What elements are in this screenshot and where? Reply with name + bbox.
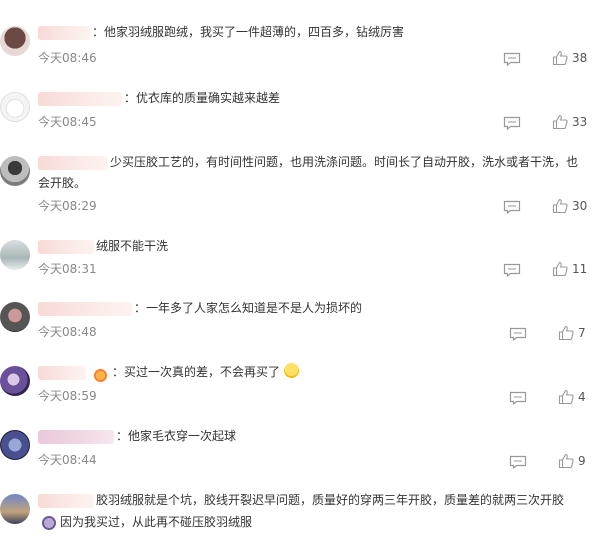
like-count: 7 [578,326,586,340]
comment-time: 今天08:45 [38,115,97,129]
comment-text: ：他家毛衣穿一次起球 [116,429,237,443]
username-blurred[interactable] [38,92,122,106]
username-blurred[interactable] [38,302,132,316]
comment-icon[interactable] [503,116,521,130]
avatar[interactable] [0,156,30,186]
comment-text: 少买压胶工艺的，有时间性问题，也用洗涤问题。时间长了自动开胶，洗水或者干洗，也会… [38,155,579,190]
comment-icon[interactable] [509,391,527,405]
thumbs-up-icon[interactable] [552,50,568,66]
comment-time: 今天08:59 [38,389,97,403]
like-count: 11 [572,262,588,276]
thumbs-up-icon[interactable] [552,261,568,277]
avatar[interactable] [0,302,30,332]
username-blurred[interactable] [38,26,90,40]
username-blurred[interactable] [38,430,114,444]
avatar[interactable] [0,240,30,270]
crying-emoji-icon [283,363,299,378]
like-count: 4 [578,390,586,404]
crown-emoji-icon [94,369,107,382]
thumbs-up-icon[interactable] [558,453,574,469]
comment-text: 胶羽绒服就是个坑，胶线开裂迟早问题，质量好的穿两三年开胶，质量差的就两三次开胶 [96,493,565,507]
like-count: 33 [572,115,588,129]
comment-time: 今天08:46 [38,51,97,65]
comment-text: ：买过一次真的差，不会再买了 [112,362,584,383]
comment-icon[interactable] [503,263,521,277]
comment-icon[interactable] [503,52,521,66]
thumbs-up-icon[interactable] [558,389,574,405]
comment-time: 今天08:44 [38,453,97,467]
comment-time: 今天08:29 [38,199,97,213]
comment-text: ：他家羽绒服跑绒，我买了一件超薄的，四百多，钻绒厉害 [92,25,405,39]
comment-icon[interactable] [509,327,527,341]
like-count: 38 [572,51,588,65]
like-count: 9 [578,454,586,468]
comment-text: ：优衣库的质量确实越来越差 [124,91,281,105]
thumbs-up-icon[interactable] [558,325,574,341]
comment-time: 今天08:31 [38,262,97,276]
thumbs-up-icon[interactable] [552,114,568,130]
avatar[interactable] [0,366,30,396]
comment-time: 今天08:48 [38,325,97,339]
avatar[interactable] [0,92,30,122]
user-avatar-small-icon [42,516,56,530]
reply-text: 因为我买过，从此再不碰压胶羽绒服 [60,515,253,529]
comment-text: ：一年多了人家怎么知道是不是人为损坏的 [134,301,363,315]
username-blurred[interactable] [38,240,94,254]
comment-text: 绒服不能干洗 [96,239,169,253]
avatar[interactable] [0,494,30,524]
username-blurred[interactable] [38,366,86,380]
like-count: 30 [572,199,588,213]
comment-icon[interactable] [503,200,521,214]
username-blurred[interactable] [38,494,94,508]
comment-icon[interactable] [509,455,527,469]
avatar[interactable] [0,26,30,56]
comment-text-content: ：买过一次真的差，不会再买了 [112,365,281,379]
thumbs-up-icon[interactable] [552,198,568,214]
avatar[interactable] [0,430,30,460]
